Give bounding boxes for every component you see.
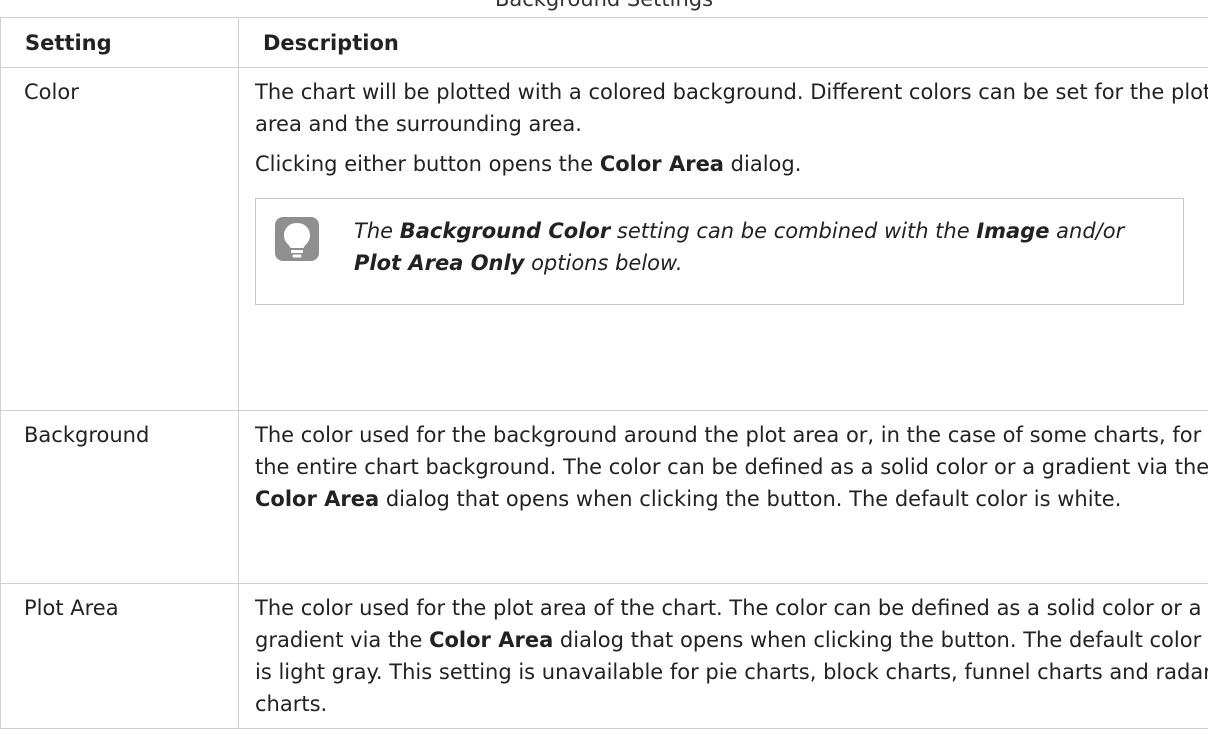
column-header-description: Description (239, 18, 1208, 68)
table-row-background: Background The color used for the backgr… (1, 411, 1208, 584)
description-paragraph: The chart will be plotted with a colored… (255, 76, 1208, 140)
settings-table: Setting Description Color The chart will… (0, 17, 1208, 729)
table-caption: Background Settings (0, 0, 1208, 11)
column-header-setting: Setting (1, 18, 239, 68)
description-paragraph: Clicking either button opens the Color A… (255, 148, 1208, 180)
setting-description: The color used for the background around… (239, 411, 1208, 584)
lightbulb-icon (275, 217, 319, 261)
table-row-color: Color The chart will be plotted with a c… (1, 68, 1208, 411)
setting-description: The chart will be plotted with a colored… (239, 68, 1208, 411)
setting-name: Color (1, 68, 239, 411)
tip-text: The Background Color setting can be comb… (354, 215, 1163, 279)
table-header-row: Setting Description (1, 18, 1208, 68)
tip-callout: The Background Color setting can be comb… (255, 198, 1184, 305)
setting-name: Background (1, 411, 239, 584)
